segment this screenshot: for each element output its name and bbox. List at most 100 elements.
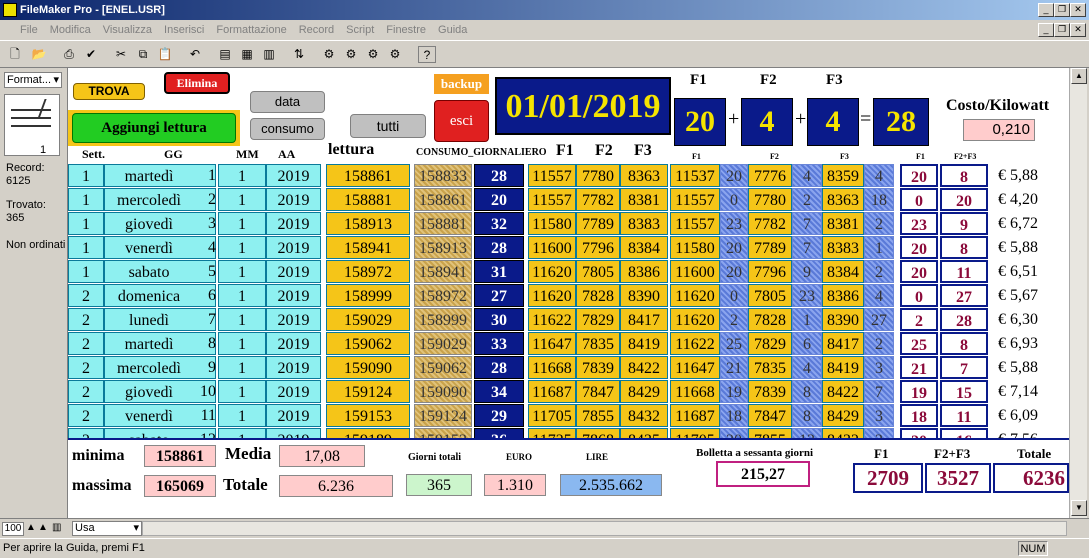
elimina-button[interactable]: Elimina	[164, 72, 230, 94]
open-folder-icon[interactable]: 📂	[30, 46, 48, 63]
cell-prev: 159029	[414, 332, 472, 355]
menu-guida[interactable]: Guida	[432, 20, 473, 40]
table-row[interactable]: 2 lunedì 7 1 2019 159029 158999 30 11622 7829 8417…	[68, 308, 1069, 332]
print-icon[interactable]: ⎙	[60, 46, 78, 63]
cell-f1: 11668	[528, 356, 576, 379]
cell-delta-f2: 2	[792, 188, 822, 211]
cell-lettura[interactable]: 158941	[326, 236, 410, 259]
cut-icon[interactable]: ✂	[112, 46, 130, 63]
table-row[interactable]: 2 venerdì 11 1 2019 159153 159124 29 11705 7855 84…	[68, 404, 1069, 428]
mdi-minimize-icon[interactable]: _	[1038, 23, 1054, 37]
cell-f2: 7835	[576, 332, 620, 355]
paste-icon[interactable]: 📋	[156, 46, 174, 63]
cell-mm: 1	[218, 236, 266, 259]
table-row[interactable]: 1 mercoledì 2 1 2019 158881 158861 20 11557 7782 8…	[68, 188, 1069, 212]
mdi-restore-icon[interactable]: ❐	[1054, 23, 1070, 37]
cell-lettura[interactable]: 158913	[326, 212, 410, 235]
cell-euro: € 5,88	[998, 239, 1038, 256]
col-sub-f1-week: F1	[916, 152, 925, 161]
data-sort-button[interactable]: data	[250, 91, 325, 113]
cell-lettura[interactable]: 159062	[326, 332, 410, 355]
table-row[interactable]: 1 venerdì 4 1 2019 158941 158913 28 11600 7796 838…	[68, 236, 1069, 260]
spellcheck-icon[interactable]: ✔	[82, 46, 100, 63]
book-icon[interactable]	[4, 94, 60, 156]
help-icon[interactable]: ?	[418, 46, 436, 63]
vertical-scrollbar[interactable]: ▲ ▼	[1069, 68, 1087, 518]
aggiungi-lettura-button[interactable]: Aggiungi lettura	[72, 113, 236, 143]
new-file-icon[interactable]: 🗋	[6, 46, 24, 63]
cell-aa: 2019	[266, 260, 321, 283]
menu-script[interactable]: Script	[340, 20, 380, 40]
zoom-level[interactable]: 100	[2, 522, 24, 536]
euro-value: 1.310	[484, 474, 546, 496]
sort-icon[interactable]: ⇅	[290, 46, 308, 63]
scriptmaker-icon[interactable]: ⚙	[364, 46, 382, 63]
table-row[interactable]: 2 martedì 8 1 2019 159062 159029 33 11647 7835 841…	[68, 332, 1069, 356]
layout-select-value: Format...	[7, 74, 52, 86]
menu-inserisci[interactable]: Inserisci	[158, 20, 210, 40]
top-total-value: 28	[873, 98, 929, 146]
costo-kilowatt-field[interactable]: 0,210	[963, 119, 1035, 141]
backup-button[interactable]: backup	[434, 74, 489, 94]
undo-icon[interactable]: ↶	[186, 46, 204, 63]
cell-prev-f2: 7835	[748, 356, 792, 379]
copy-icon[interactable]: ⧉	[134, 46, 152, 63]
access-icon[interactable]: ⚙	[386, 46, 404, 63]
cell-lettura[interactable]: 158972	[326, 260, 410, 283]
cell-lettura[interactable]: 158861	[326, 164, 410, 187]
cell-prev-f1: 11687	[670, 404, 720, 427]
layout-select[interactable]: Format... ▾	[4, 72, 62, 88]
menu-modifica[interactable]: Modifica	[44, 20, 97, 40]
tutti-button[interactable]: tutti	[350, 114, 426, 138]
bolletta-label: Bolletta a sessanta giorni	[696, 447, 814, 459]
cell-delta-f3: 27	[864, 308, 894, 331]
scroll-down-icon[interactable]: ▼	[1071, 500, 1087, 516]
menu-formattazione[interactable]: Formattazione	[210, 20, 292, 40]
status-area-icon[interactable]: ▥	[52, 522, 61, 533]
define-fields-icon[interactable]: ⚙	[320, 46, 338, 63]
cell-aa: 2019	[266, 164, 321, 187]
table-row[interactable]: 2 domenica 6 1 2019 158999 158972 27 11620 7828 83…	[68, 284, 1069, 308]
esci-button[interactable]: esci	[434, 100, 489, 142]
massima-label: massima	[72, 477, 132, 494]
minimize-icon[interactable]: _	[1038, 3, 1054, 17]
cell-prev-f2: 7847	[748, 404, 792, 427]
cell-f3: 8381	[620, 188, 668, 211]
table-row[interactable]: 2 giovedì 10 1 2019 159124 159090 34 11687 7847 84…	[68, 380, 1069, 404]
cell-lettura[interactable]: 159153	[326, 404, 410, 427]
menu-finestre[interactable]: Finestre	[380, 20, 432, 40]
scroll-up-icon[interactable]: ▲	[1071, 68, 1087, 84]
cell-lettura[interactable]: 158881	[326, 188, 410, 211]
consumo-sort-button[interactable]: consumo	[250, 118, 325, 140]
zoom-in-icon[interactable]: ▲	[38, 522, 48, 533]
top-f3-label: F3	[826, 72, 843, 88]
table-row[interactable]: 2 mercoledì 9 1 2019 159090 159062 28 11668 7839 8…	[68, 356, 1069, 380]
horizontal-scrollbar[interactable]	[142, 521, 1067, 536]
find-mode-icon[interactable]: ▦	[238, 46, 256, 63]
cell-lettura[interactable]: 159090	[326, 356, 410, 379]
restore-icon[interactable]: ❐	[1054, 3, 1070, 17]
trova-button[interactable]: TROVA	[73, 83, 145, 100]
mode-select[interactable]: Usa ▾	[72, 521, 142, 536]
layout-mode-icon[interactable]: ▥	[260, 46, 278, 63]
menu-file[interactable]: File	[0, 20, 44, 40]
cell-lettura[interactable]: 159029	[326, 308, 410, 331]
window-title-bar[interactable]: FileMaker Pro - [ENEL.USR]	[0, 0, 1089, 20]
table-row[interactable]: 1 sabato 5 1 2019 158972 158941 31 11620 7805 8386…	[68, 260, 1069, 284]
menu-record[interactable]: Record	[293, 20, 340, 40]
cell-prev-f3: 8363	[822, 188, 864, 211]
table-row[interactable]: 1 martedì 1 1 2019 158861 158833 28 11557 7780 836…	[68, 164, 1069, 188]
plus-sign-1: +	[728, 108, 740, 130]
table-row[interactable]: 1 giovedì 3 1 2019 158913 158881 32 11580 7789 838…	[68, 212, 1069, 236]
cell-lettura[interactable]: 159124	[326, 380, 410, 403]
cell-lettura[interactable]: 158999	[326, 284, 410, 307]
app-icon[interactable]	[3, 3, 17, 17]
mdi-close-icon[interactable]: ✕	[1070, 23, 1086, 37]
relations-icon[interactable]: ⚙	[342, 46, 360, 63]
browse-mode-icon[interactable]: ▤	[216, 46, 234, 63]
zoom-out-icon[interactable]: ▲	[26, 522, 36, 533]
menu-visualizza[interactable]: Visualizza	[97, 20, 158, 40]
cell-aa: 2019	[266, 404, 321, 427]
footer-f1-label: F1	[874, 446, 889, 461]
close-icon[interactable]: ✕	[1070, 3, 1086, 17]
